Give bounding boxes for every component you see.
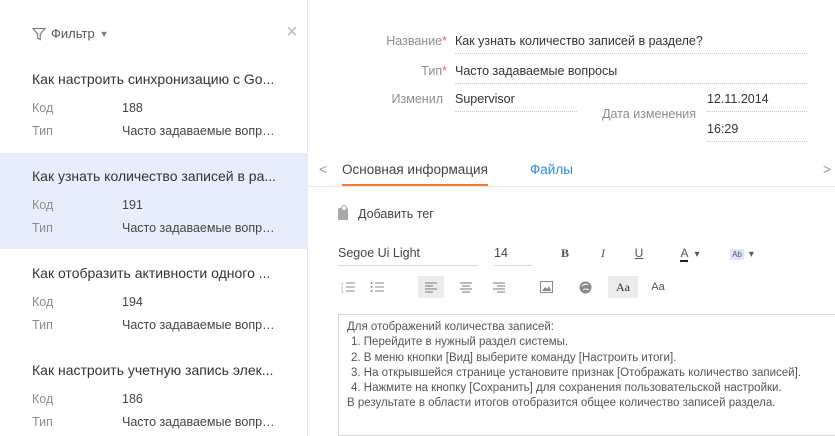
code-value: 191 xyxy=(122,198,143,212)
code-label: Код xyxy=(32,392,54,406)
bulleted-list-icon[interactable] xyxy=(365,276,389,298)
tab-divider xyxy=(308,186,835,187)
modified-date-field[interactable]: 12.11.2014 xyxy=(707,92,807,112)
list-item-title[interactable]: Как настроить синхронизацию с Go... xyxy=(32,71,282,87)
highlight-color-button[interactable]: Ab ▾ xyxy=(724,244,760,264)
list-item-title[interactable]: Как настроить учетную запись элек... xyxy=(32,362,282,378)
type-field[interactable]: Часто задаваемые вопросы xyxy=(455,64,807,84)
modified-date-label: Дата изменения xyxy=(602,107,696,121)
code-label: Код xyxy=(32,295,54,309)
type-label: Тип xyxy=(32,318,53,332)
bold-button[interactable]: B xyxy=(556,244,574,262)
modified-time-field[interactable]: 16:29 xyxy=(707,122,807,142)
svg-text:3: 3 xyxy=(341,289,344,293)
code-value: 188 xyxy=(122,101,143,115)
tab-bar: < Основная информация Файлы > xyxy=(308,157,835,187)
chevron-down-icon: ▾ xyxy=(748,248,754,260)
highlight-letter: Ab xyxy=(730,248,744,260)
tab-main-info[interactable]: Основная информация xyxy=(342,162,488,186)
numbered-list-icon[interactable]: 123 xyxy=(336,276,360,298)
list-item[interactable]: Как настроить синхронизацию с Go... Код 1… xyxy=(0,62,308,144)
editor-line: 4. Нажмите на кнопку [Сохранить] для сох… xyxy=(351,382,782,395)
type-value: Часто задаваемые вопро... xyxy=(122,318,277,332)
type-value: Часто задаваемые вопро... xyxy=(122,124,277,138)
type-label: Тип xyxy=(32,124,53,138)
type-label: Тип xyxy=(32,221,53,235)
type-value: Часто задаваемые вопро... xyxy=(122,415,277,429)
align-left-icon[interactable] xyxy=(418,276,444,298)
style-sans-button[interactable]: Aa xyxy=(643,276,673,298)
editor-line: 1. Перейдите в нужный раздел системы. xyxy=(351,336,569,349)
editor-line: 3. На открывшейся странице установите пр… xyxy=(351,366,801,379)
tag-icon xyxy=(338,205,348,220)
editor-line: Для отображений количества записей: xyxy=(347,321,554,333)
insert-link-icon[interactable] xyxy=(572,276,598,298)
type-label: Тип* xyxy=(421,64,447,78)
code-value: 186 xyxy=(122,392,143,406)
tab-files[interactable]: Файлы xyxy=(530,162,573,177)
chevron-down-icon: ▾ xyxy=(694,248,700,260)
code-value: 194 xyxy=(122,295,143,309)
name-field[interactable]: Как узнать количество записей в разделе? xyxy=(455,34,807,54)
type-label: Тип xyxy=(32,415,53,429)
align-right-icon[interactable] xyxy=(486,276,512,298)
add-tag-label: Добавить тег xyxy=(358,207,434,221)
close-icon[interactable]: × xyxy=(286,22,298,42)
font-color-letter: A xyxy=(680,246,689,262)
modified-by-label: Изменил xyxy=(391,92,443,106)
records-list-panel: Фильтр ▼ × Как настроить синхронизацию с… xyxy=(0,0,308,436)
italic-button[interactable]: I xyxy=(594,244,612,262)
style-serif-button[interactable]: Aa xyxy=(608,276,638,298)
editor-line: В результате в области итогов отобразитс… xyxy=(347,397,776,410)
insert-image-icon[interactable] xyxy=(533,276,559,298)
chevron-down-icon: ▼ xyxy=(99,28,109,39)
list-item-title[interactable]: Как отобразить активности одного ... xyxy=(32,265,282,281)
list-item-title[interactable]: Как узнать количество записей в ра... xyxy=(32,168,282,184)
type-value: Часто задаваемые вопро... xyxy=(122,221,277,235)
tab-scroll-right-arrow[interactable]: > xyxy=(823,161,831,177)
add-tag-button[interactable]: Добавить тег xyxy=(338,205,434,221)
filter-bar: Фильтр ▼ × xyxy=(0,0,307,62)
list-item[interactable]: Как настроить учетную запись элек... Код… xyxy=(0,355,308,436)
underline-button[interactable]: U xyxy=(630,244,648,262)
funnel-icon xyxy=(32,27,46,40)
filter-label: Фильтр xyxy=(51,26,95,41)
list-item[interactable]: Как отобразить активности одного ... Код… xyxy=(0,258,308,340)
name-label: Название* xyxy=(386,34,447,48)
list-item-selected[interactable]: Как узнать количество записей в ра... Ко… xyxy=(0,153,308,249)
font-size-select[interactable]: 14 xyxy=(494,246,532,266)
modified-by-field[interactable]: Supervisor xyxy=(455,92,577,112)
code-label: Код xyxy=(32,198,54,212)
font-color-button[interactable]: A ▾ xyxy=(672,244,708,264)
align-center-icon[interactable] xyxy=(453,276,479,298)
editor-line: 2. В меню кнопки [Вид] выберите команду … xyxy=(351,351,677,364)
tab-scroll-left-arrow[interactable]: < xyxy=(319,161,327,177)
code-label: Код xyxy=(32,101,54,115)
filter-button[interactable]: Фильтр ▼ xyxy=(32,26,109,41)
font-family-select[interactable]: Segoe Ui Light xyxy=(338,246,478,266)
text-editor[interactable]: Для отображений количества записей: 1. П… xyxy=(338,314,835,436)
